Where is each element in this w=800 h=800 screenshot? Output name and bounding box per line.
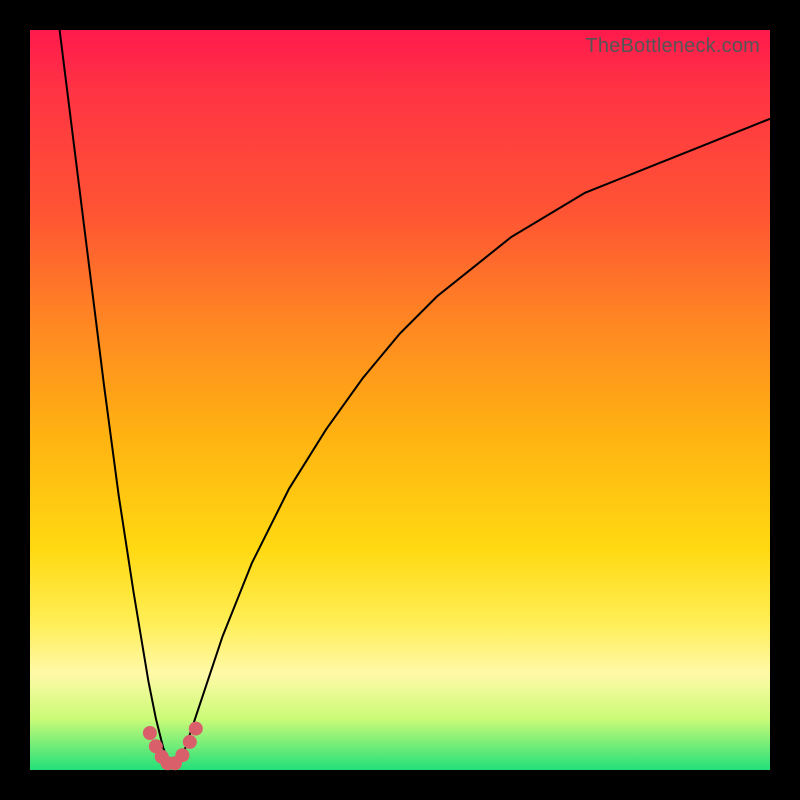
curve-marker: [183, 735, 197, 749]
marker-group: [143, 722, 203, 771]
chart-frame: TheBottleneck.com: [0, 0, 800, 800]
curve-marker: [175, 748, 189, 762]
bottleneck-curve: [60, 30, 770, 766]
plot-area: TheBottleneck.com: [30, 30, 770, 770]
curve-marker: [143, 726, 157, 740]
curve-layer: [30, 30, 770, 770]
curve-marker: [189, 722, 203, 736]
